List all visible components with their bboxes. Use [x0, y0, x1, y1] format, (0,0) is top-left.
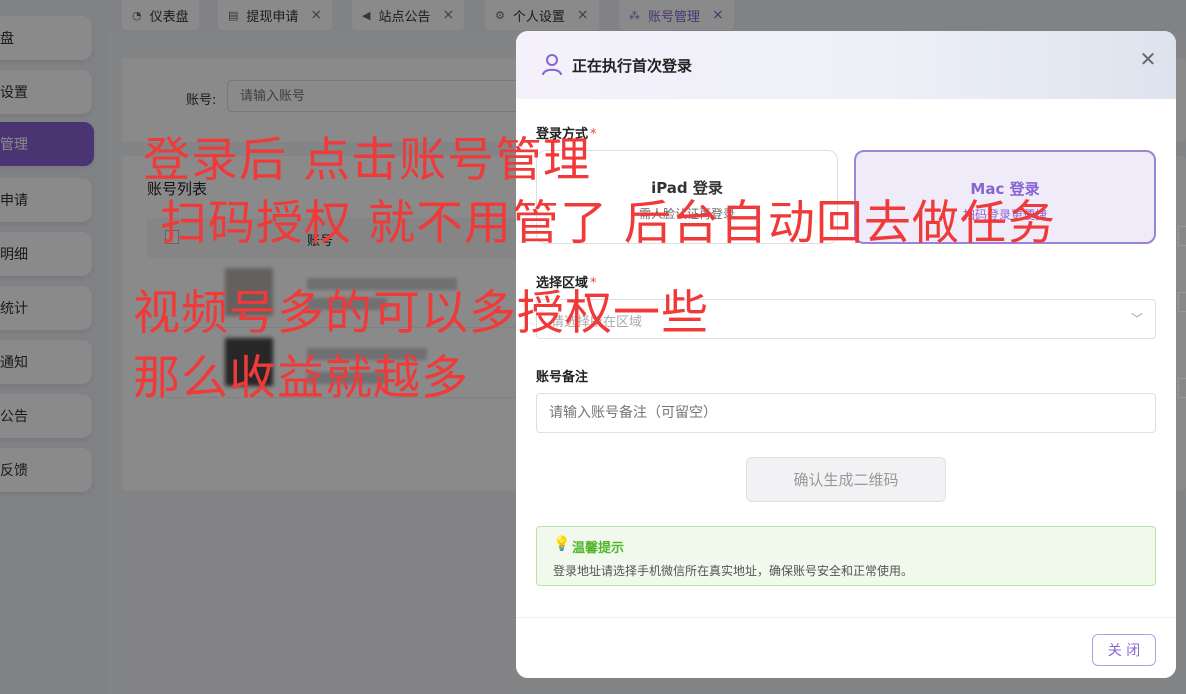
edge-control	[1178, 226, 1186, 246]
dialog-title: 正在执行首次登录	[572, 57, 693, 75]
user-icon	[542, 54, 562, 76]
close-button[interactable]: 关 闭	[1092, 634, 1156, 666]
first-login-dialog: 正在执行首次登录 ✕ 登录方式 * iPad 登录 需人脸认证再登录 Mac 登录…	[516, 31, 1176, 678]
account-remark-input[interactable]	[536, 393, 1156, 433]
annotation-line-1: 登录后 点击账号管理	[143, 133, 591, 188]
edge-control	[1178, 378, 1186, 398]
dialog-footer: 关 闭	[516, 617, 1176, 678]
tip-box: 💡 温馨提示 登录地址请选择手机微信所在真实地址，确保账号安全和正常使用。	[536, 526, 1156, 586]
lightbulb-icon: 💡	[553, 536, 571, 552]
annotation-line-4: 那么收益就越多	[133, 351, 469, 406]
chevron-down-icon: ﹀	[1130, 312, 1143, 326]
close-icon[interactable]: ✕	[1138, 49, 1158, 69]
annotation-line-3: 视频号多的可以多授权一些	[133, 286, 709, 341]
remark-label: 账号备注	[536, 370, 589, 385]
generate-qrcode-button[interactable]: 确认生成二维码	[746, 457, 946, 502]
tip-text: 登录地址请选择手机微信所在真实地址，确保账号安全和正常使用。	[553, 564, 914, 578]
edge-control	[1178, 292, 1186, 312]
dialog-header: 正在执行首次登录 ✕	[516, 31, 1176, 99]
required-mark: *	[590, 127, 597, 142]
annotation-line-2: 扫码授权 就不用管了 后台自动回去做任务	[160, 196, 1056, 251]
tip-title: 温馨提示	[572, 541, 625, 556]
